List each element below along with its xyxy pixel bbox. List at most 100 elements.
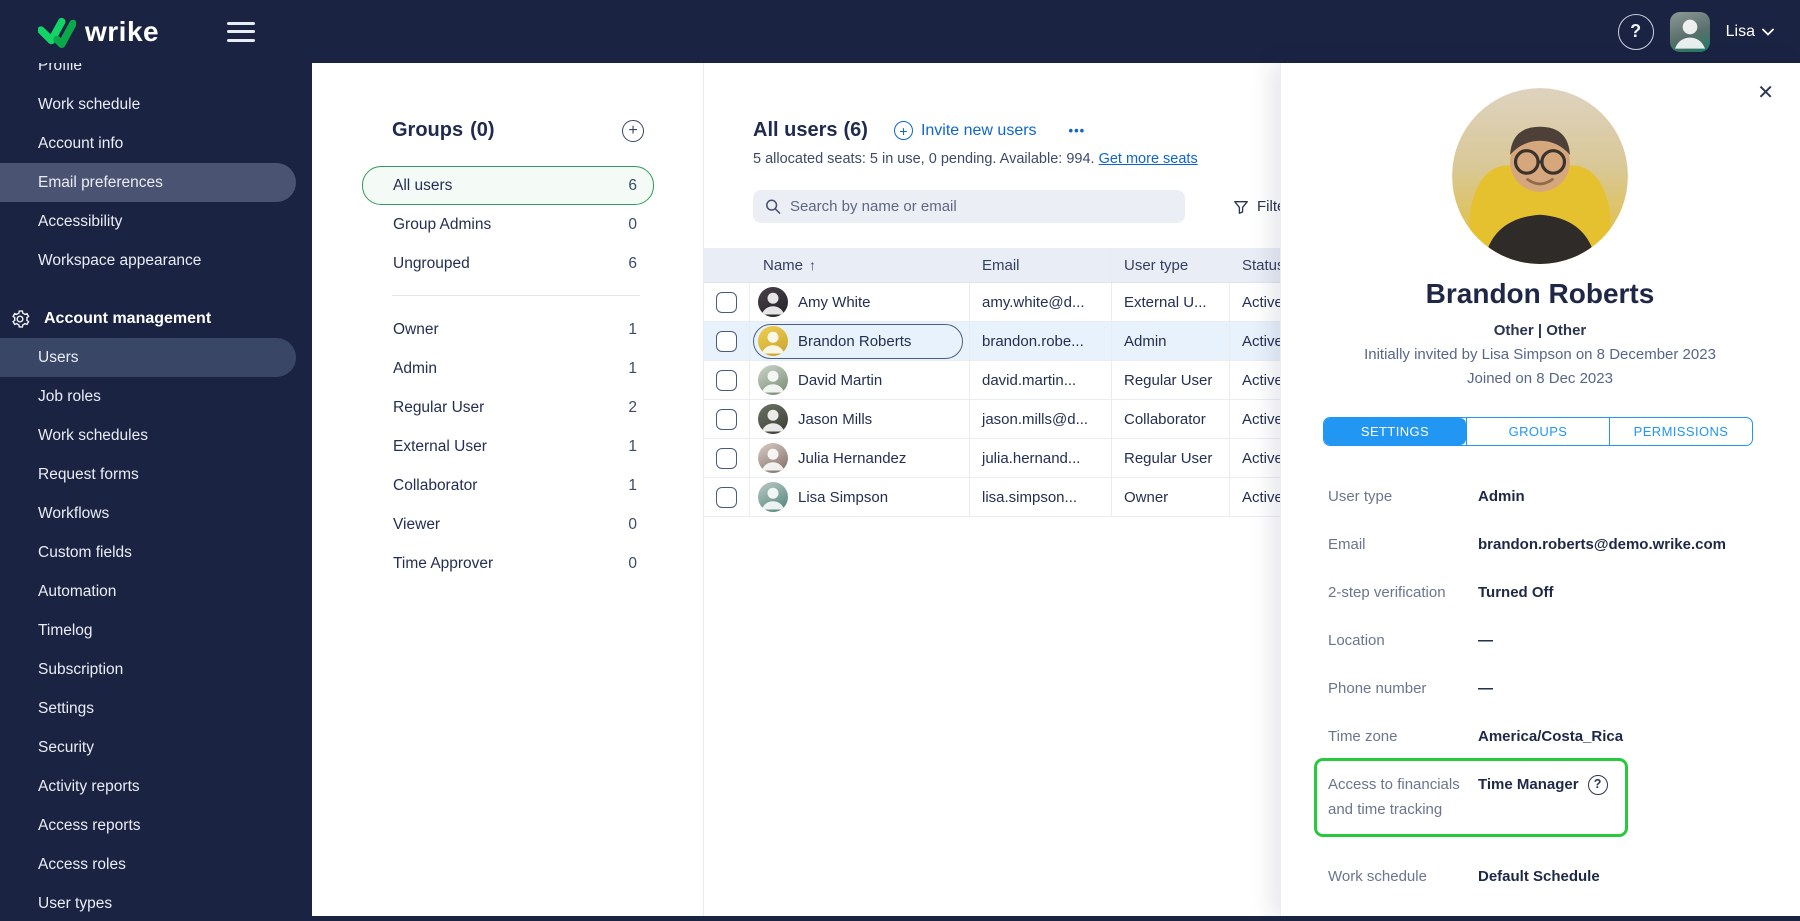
header-checkbox-cell: [704, 248, 750, 282]
chevron-down-icon: [1762, 28, 1774, 36]
sidebar-item-users[interactable]: Users: [0, 338, 296, 377]
tab-settings[interactable]: SETTINGS: [1324, 418, 1466, 445]
table-row-brandon-roberts[interactable]: Brandon Roberts brandon.robe... Admin Ac…: [704, 322, 1304, 361]
field-value: —: [1478, 628, 1493, 653]
field-label: 2-step verification: [1328, 580, 1478, 605]
more-options-icon[interactable]: •••: [1069, 123, 1086, 138]
user-name-cell: Lisa Simpson: [798, 489, 888, 506]
sidebar-item-automation[interactable]: Automation: [0, 572, 296, 611]
group-item-ungrouped[interactable]: Ungrouped 6: [362, 244, 654, 283]
field-value: America/Costa_Rica: [1478, 724, 1623, 749]
row-checkbox[interactable]: [716, 448, 737, 469]
role-item-external-user[interactable]: External User 1: [362, 427, 654, 466]
sidebar-item-settings[interactable]: Settings: [0, 689, 296, 728]
role-item-owner[interactable]: Owner 1: [362, 310, 654, 349]
avatar: [758, 443, 788, 473]
sidebar-item-security[interactable]: Security: [0, 728, 296, 767]
logo-text: wrike: [85, 16, 159, 48]
column-header-user-type[interactable]: User type: [1112, 248, 1230, 282]
user-menu[interactable]: Lisa: [1726, 23, 1774, 41]
sidebar-item-job-roles[interactable]: Job roles: [0, 377, 296, 416]
close-icon[interactable]: ✕: [1757, 83, 1774, 103]
role-item-collaborator[interactable]: Collaborator 1: [362, 466, 654, 505]
column-header-name[interactable]: Name ↑: [750, 248, 970, 282]
user-type-cell: Admin: [1112, 322, 1230, 360]
sidebar-section-account-management: Account management: [0, 299, 312, 338]
wrike-logo-icon: [38, 16, 76, 48]
groups-title: Groups: [392, 119, 463, 142]
invite-new-users-button[interactable]: + Invite new users: [894, 121, 1037, 140]
wrike-logo[interactable]: wrike: [38, 16, 159, 48]
filter-icon: [1233, 199, 1249, 215]
role-count: 0: [628, 555, 637, 573]
group-item-all-users[interactable]: All users 6: [362, 166, 654, 205]
row-checkbox[interactable]: [716, 292, 737, 313]
sidebar-item-workflows[interactable]: Workflows: [0, 494, 296, 533]
role-item-admin[interactable]: Admin 1: [362, 349, 654, 388]
group-count: 6: [628, 177, 637, 195]
role-item-regular-user[interactable]: Regular User 2: [362, 388, 654, 427]
get-more-seats-link[interactable]: Get more seats: [1099, 151, 1198, 167]
group-label: Ungrouped: [393, 255, 470, 273]
table-row-julia-hernandez[interactable]: Julia Hernandez julia.hernand... Regular…: [704, 439, 1304, 478]
role-item-time-approver[interactable]: Time Approver 0: [362, 544, 654, 583]
divider: [392, 295, 640, 296]
row-checkbox[interactable]: [716, 331, 737, 352]
user-detail-panel: ✕ Brandon Roberts Other | Other: [1280, 63, 1800, 916]
sidebar-item-workspace-appearance[interactable]: Workspace appearance: [0, 241, 296, 280]
row-checkbox[interactable]: [716, 409, 737, 430]
wrike-admin-app: wrike ? Lisa Profile Work schedule Accou…: [0, 0, 1800, 921]
sidebar-item-request-forms[interactable]: Request forms: [0, 455, 296, 494]
topbar-right: ? Lisa: [1618, 12, 1774, 52]
sidebar-item-activity-reports[interactable]: Activity reports: [0, 767, 296, 806]
sidebar-item-work-schedule[interactable]: Work schedule: [0, 85, 296, 124]
field-phone-number: Phone number —: [1328, 662, 1752, 710]
sidebar-item-timelog[interactable]: Timelog: [0, 611, 296, 650]
search-input[interactable]: [790, 198, 1173, 215]
users-count: (6): [843, 119, 867, 141]
table-row-david-martin[interactable]: David Martin david.martin... Regular Use…: [704, 361, 1304, 400]
seats-text: 5 allocated seats: 5 in use, 0 pending. …: [753, 151, 1095, 167]
row-checkbox[interactable]: [716, 370, 737, 391]
groups-panel: Groups (0) + All users 6 Group Admins 0 …: [312, 63, 704, 916]
groups-list: All users 6 Group Admins 0 Ungrouped 6 O…: [362, 166, 654, 583]
field-value: —: [1478, 676, 1493, 701]
user-email-cell: jason.mills@d...: [970, 400, 1112, 438]
hamburger-menu-icon[interactable]: [227, 22, 255, 42]
sidebar-item-account-info[interactable]: Account info: [0, 124, 296, 163]
topbar: wrike ? Lisa: [0, 0, 1800, 63]
user-name-cell: Julia Hernandez: [798, 450, 906, 467]
role-count: 0: [628, 516, 637, 534]
table-row-lisa-simpson[interactable]: Lisa Simpson lisa.simpson... Owner Activ…: [704, 478, 1304, 517]
tab-groups[interactable]: GROUPS: [1466, 418, 1609, 445]
user-name-cell: Brandon Roberts: [798, 333, 911, 350]
field-label: Phone number: [1328, 676, 1478, 701]
sidebar-item-custom-fields[interactable]: Custom fields: [0, 533, 296, 572]
seats-info: 5 allocated seats: 5 in use, 0 pending. …: [753, 151, 1304, 167]
sidebar-item-access-roles[interactable]: Access roles: [0, 845, 296, 884]
add-group-button[interactable]: +: [622, 120, 644, 142]
sidebar-item-email-preferences[interactable]: Email preferences: [0, 163, 296, 202]
role-item-viewer[interactable]: Viewer 0: [362, 505, 654, 544]
row-checkbox[interactable]: [716, 487, 737, 508]
avatar[interactable]: [1670, 12, 1710, 52]
help-icon[interactable]: ?: [1618, 14, 1654, 50]
sidebar-item-profile[interactable]: Profile: [0, 63, 296, 85]
invite-label: Invite new users: [921, 122, 1037, 140]
groups-header: Groups (0) +: [362, 119, 654, 142]
group-count: 6: [628, 255, 637, 273]
group-item-group-admins[interactable]: Group Admins 0: [362, 205, 654, 244]
table-row-amy-white[interactable]: Amy White amy.white@d... External U... A…: [704, 283, 1304, 322]
role-label: Regular User: [393, 399, 484, 417]
tab-permissions[interactable]: PERMISSIONS: [1609, 418, 1752, 445]
help-circle-icon[interactable]: ?: [1588, 775, 1608, 795]
field-value: Admin: [1478, 484, 1525, 509]
table-row-jason-mills[interactable]: Jason Mills jason.mills@d... Collaborato…: [704, 400, 1304, 439]
field-access-financials: Access to financials and time tracking T…: [1328, 770, 1615, 822]
field-label: Location: [1328, 628, 1478, 653]
sidebar-item-subscription[interactable]: Subscription: [0, 650, 296, 689]
sidebar-item-access-reports[interactable]: Access reports: [0, 806, 296, 845]
sidebar-item-accessibility[interactable]: Accessibility: [0, 202, 296, 241]
column-header-email[interactable]: Email: [970, 248, 1112, 282]
sidebar-item-work-schedules[interactable]: Work schedules: [0, 416, 296, 455]
